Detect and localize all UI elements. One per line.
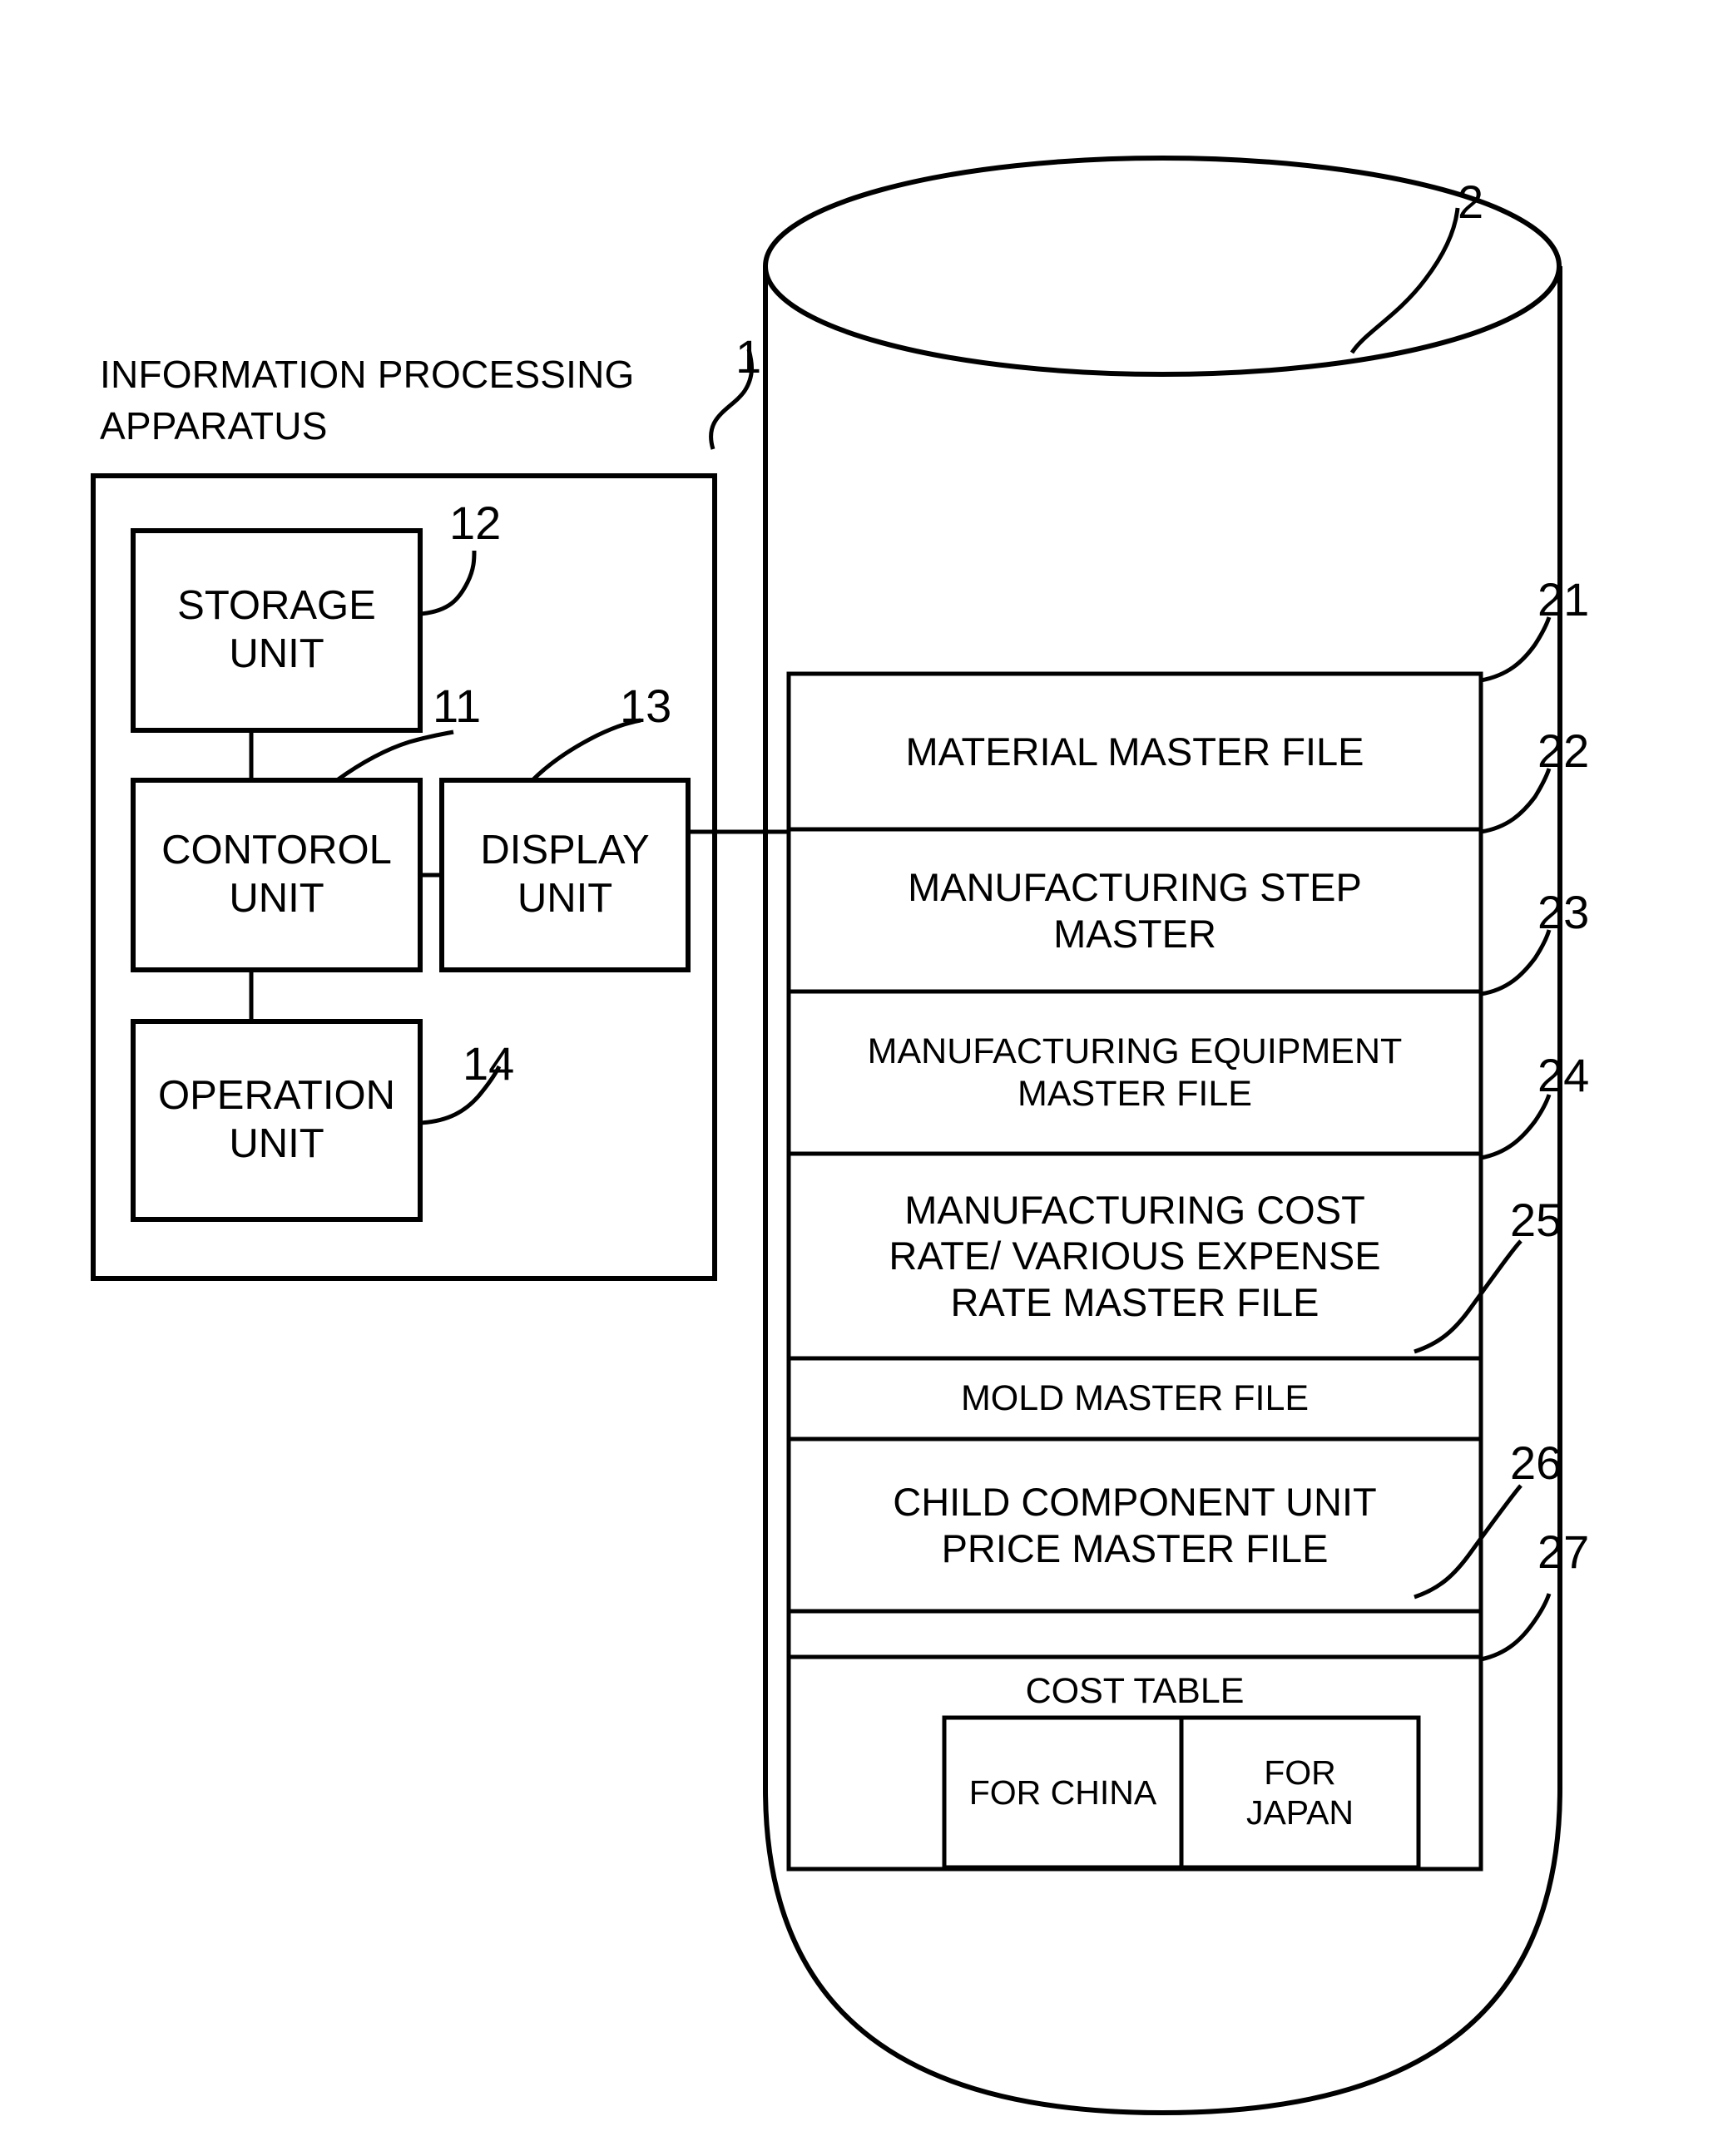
- reference-numeral-24: 24: [1537, 1049, 1590, 1101]
- cost-table-cell-for-china: FOR CHINA: [944, 1718, 1181, 1867]
- reference-numeral-11: 11: [433, 680, 482, 732]
- reference-numeral-22: 22: [1537, 724, 1590, 777]
- file-row-material-master: MATERIAL MASTER FILE: [789, 674, 1481, 829]
- control-unit-label-line1: CONTOROL: [161, 828, 392, 873]
- cost-table-cell-label-line2: JAPAN: [1245, 1793, 1354, 1832]
- file-row-label-line1: MATERIAL MASTER FILE: [905, 729, 1364, 774]
- apparatus-caption-line1: INFORMATION PROCESSING: [100, 353, 635, 396]
- file-row-label-line2: PRICE MASTER FILE: [941, 1526, 1329, 1570]
- file-row-child-component-unit-price-master-file: CHILD COMPONENT UNIT PRICE MASTER FILE: [789, 1439, 1481, 1611]
- operation-unit-label-line1: OPERATION: [158, 1073, 395, 1119]
- display-unit-label-line1: DISPLAY: [480, 828, 650, 873]
- cost-table-cell-label-line1: FOR: [1264, 1753, 1336, 1792]
- file-row-label-line3: RATE MASTER FILE: [950, 1279, 1320, 1324]
- cost-table-title-label: COST TABLE: [1025, 1670, 1245, 1711]
- file-row-manufacturing-cost-rate-master-file: MANUFACTURING COST RATE/ VARIOUS EXPENSE…: [789, 1154, 1481, 1358]
- control-unit-label-line2: UNIT: [229, 876, 324, 921]
- file-row-manufacturing-equipment-master-file: MANUFACTURING EQUIPMENT MASTER FILE: [789, 991, 1481, 1154]
- file-row-label-line1: MANUFACTURING COST: [904, 1187, 1365, 1232]
- reference-numeral-25: 25: [1510, 1194, 1562, 1246]
- file-row-label-line1: CHILD COMPONENT UNIT: [893, 1480, 1377, 1525]
- reference-numeral-21: 21: [1537, 573, 1590, 626]
- display-unit-label-line2: UNIT: [517, 876, 613, 921]
- reference-numeral-14: 14: [463, 1037, 515, 1090]
- cost-table-cell-for-japan: FOR JAPAN: [1181, 1718, 1419, 1867]
- reference-numeral-12: 12: [449, 497, 502, 549]
- file-row-spacer: [789, 1611, 1481, 1657]
- file-row-mold-master-file: MOLD MASTER FILE: [789, 1358, 1481, 1439]
- cost-table-title: COST TABLE: [789, 1662, 1481, 1720]
- storage-unit-label-line2: UNIT: [229, 631, 324, 676]
- reference-numeral-23: 23: [1537, 886, 1590, 938]
- file-row-label-line2: MASTER: [1053, 911, 1216, 956]
- reference-numeral-26: 26: [1510, 1437, 1562, 1489]
- storage-unit-label-line1: STORAGE: [177, 583, 376, 629]
- patent-figure: INFORMATION PROCESSING APPARATUS 1 2 STO…: [0, 0, 1728, 2156]
- file-row-label-line1: MOLD MASTER FILE: [960, 1378, 1310, 1419]
- file-row-label-line1: MANUFACTURING EQUIPMENT: [867, 1031, 1403, 1071]
- cost-table-cell-label-line1: FOR CHINA: [968, 1773, 1157, 1812]
- control-unit-box: CONTOROL UNIT: [133, 780, 420, 970]
- reference-numeral-27: 27: [1537, 1526, 1590, 1578]
- operation-unit-label-line2: UNIT: [229, 1121, 324, 1166]
- file-row-manufacturing-step-master: MANUFACTURING STEP MASTER: [789, 829, 1481, 991]
- file-row-label-line2: MASTER FILE: [1017, 1073, 1252, 1114]
- reference-numeral-13: 13: [620, 680, 672, 732]
- reference-numeral-1: 1: [735, 330, 762, 383]
- file-row-label-line1: MANUFACTURING STEP: [908, 865, 1362, 910]
- file-row-label-line2: RATE/ VARIOUS EXPENSE: [889, 1234, 1381, 1278]
- apparatus-caption-line2: APPARATUS: [100, 404, 328, 448]
- reference-numeral-2: 2: [1458, 176, 1484, 228]
- operation-unit-box: OPERATION UNIT: [133, 1021, 420, 1219]
- storage-unit-box: STORAGE UNIT: [133, 531, 420, 730]
- display-unit-box: DISPLAY UNIT: [442, 780, 688, 970]
